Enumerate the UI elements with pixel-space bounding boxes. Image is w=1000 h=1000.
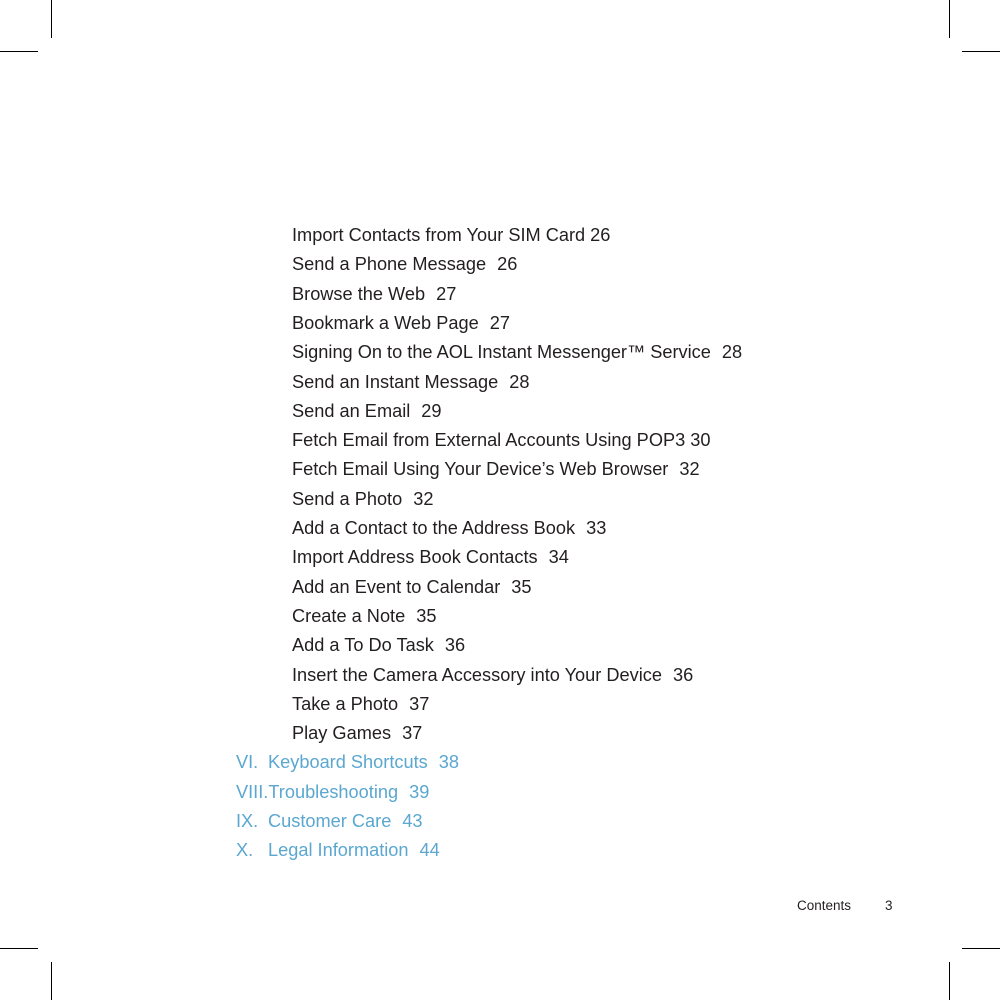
toc-chapter-page-number: 39 — [409, 781, 430, 802]
toc-entry-page-number: 37 — [409, 693, 430, 714]
toc-entry-title: Signing On to the AOL Instant Messenger™… — [292, 342, 711, 363]
toc-entry[interactable]: Play Games 37 — [292, 724, 422, 742]
crop-mark-bottom-right-horizontal — [962, 948, 1000, 949]
toc-entry-title: Fetch Email Using Your Device’s Web Brow… — [292, 459, 669, 480]
toc-entry[interactable]: Add an Event to Calendar 35 — [292, 576, 532, 597]
toc-chapter-numeral: X. — [236, 840, 254, 861]
toc-entry[interactable]: Signing On to the AOL Instant Messenger™… — [292, 343, 742, 361]
crop-mark-top-right-horizontal — [962, 51, 1000, 52]
toc-entry-title: Send an Email — [292, 400, 411, 421]
toc-entry-title: Create a Note — [292, 605, 406, 626]
footer-page-number: 3 — [885, 898, 893, 913]
toc-chapter-numeral: VI. — [236, 752, 259, 773]
toc-entry[interactable]: Browse the Web 27 — [292, 283, 457, 304]
toc-entry-page-number: 30 — [690, 430, 711, 451]
toc-chapter-page-number: 44 — [419, 840, 440, 861]
toc-entry-title: Play Games — [292, 723, 392, 744]
toc-entry-title: Add a Contact to the Address Book — [292, 518, 576, 538]
toc-entry-page-number: 33 — [586, 518, 607, 538]
toc-entry-title: Send an Instant Message — [292, 371, 499, 392]
toc-chapter-title: Legal Information — [268, 840, 409, 861]
crop-mark-top-left-vertical — [51, 0, 52, 38]
toc-entry-title: Browse the Web — [292, 283, 426, 304]
crop-mark-bottom-left-vertical — [51, 962, 52, 1000]
toc-entry-title: Add a To Do Task — [292, 635, 434, 656]
toc-entry-page-number: 34 — [548, 547, 569, 568]
toc-chapter-entry[interactable]: VI. Keyboard Shortcuts 38 — [236, 753, 459, 771]
toc-entry[interactable]: Import Address Book Contacts 34 — [292, 548, 569, 566]
footer-section-label: Contents — [797, 898, 852, 913]
toc-entry-page-number: 28 — [509, 371, 530, 392]
toc-entry[interactable]: Add a Contact to the Address Book 33 — [292, 519, 606, 537]
toc-chapter-numeral: VIII. — [236, 781, 269, 802]
toc-entry-title: Add an Event to Calendar — [292, 576, 501, 597]
toc-entry-page-number: 36 — [444, 635, 466, 656]
crop-mark-bottom-left-horizontal — [0, 948, 38, 949]
toc-entry-title: Take a Photo — [292, 693, 399, 714]
toc-entry-title: Send a Phone Message — [292, 254, 487, 275]
toc-entry[interactable]: Add a To Do Task 36 — [292, 636, 465, 654]
toc-entry-title: Bookmark a Web Page — [292, 312, 479, 333]
toc-entry-page-number: 27 — [489, 312, 510, 333]
toc-entry[interactable]: Insert the Camera Accessory into Your De… — [292, 664, 694, 685]
toc-chapter-page-number: 43 — [402, 811, 423, 831]
crop-mark-top-left-horizontal — [0, 51, 38, 52]
toc-entry-page-number: 29 — [421, 400, 442, 421]
crop-mark-bottom-right-vertical — [949, 962, 950, 1000]
toc-chapter-entry[interactable]: IX. Customer Care 43 — [236, 812, 423, 830]
toc-chapter-entry[interactable]: VIII.Troubleshooting 39 — [236, 781, 430, 802]
toc-chapter-entry[interactable]: X. Legal Information 44 — [236, 841, 440, 859]
toc-chapter-title: Customer Care — [268, 811, 392, 831]
toc-entry[interactable]: Import Contacts from Your SIM Card 26 — [292, 226, 610, 244]
toc-entry-page-number: 32 — [413, 488, 434, 509]
toc-entry[interactable]: Take a Photo 37 — [292, 695, 429, 713]
crop-mark-top-right-vertical — [949, 0, 950, 38]
toc-entry[interactable]: Create a Note 35 — [292, 607, 436, 625]
toc-entry-page-number: 26 — [590, 225, 611, 245]
toc-entry[interactable]: Send an Email 29 — [292, 402, 442, 420]
toc-entry[interactable]: Send a Photo 32 — [292, 490, 433, 508]
toc-entry-page-number: 35 — [511, 576, 532, 597]
toc-entry[interactable]: Fetch Email from External Accounts Using… — [292, 431, 710, 449]
toc-entry[interactable]: Send an Instant Message 28 — [292, 371, 530, 392]
toc-entry[interactable]: Send a Phone Message 26 — [292, 255, 517, 273]
toc-entry-page-number: 37 — [402, 723, 423, 744]
toc-chapter-page-number: 38 — [438, 752, 459, 773]
toc-entry-page-number: 28 — [721, 342, 743, 363]
toc-entry-page-number: 36 — [673, 664, 694, 685]
toc-entry-title: Insert the Camera Accessory into Your De… — [292, 664, 662, 685]
toc-chapter-title: Keyboard Shortcuts — [268, 752, 428, 773]
toc-entry-title: Import Address Book Contacts — [292, 547, 538, 568]
toc-entry-page-number: 26 — [497, 254, 518, 275]
toc-chapter-title: Troubleshooting — [268, 781, 399, 802]
toc-entry-page-number: 32 — [679, 459, 700, 480]
toc-entry[interactable]: Bookmark a Web Page 27 — [292, 314, 510, 332]
toc-entry-title: Send a Photo — [292, 488, 403, 509]
toc-chapter-numeral: IX. — [236, 811, 259, 831]
toc-entry-page-number: 27 — [436, 283, 457, 304]
toc-entry-title: Fetch Email from External Accounts Using… — [292, 430, 686, 451]
toc-entry[interactable]: Fetch Email Using Your Device’s Web Brow… — [292, 460, 700, 478]
toc-entry-page-number: 35 — [416, 605, 437, 626]
toc-entry-title: Import Contacts from Your SIM Card — [292, 225, 586, 245]
